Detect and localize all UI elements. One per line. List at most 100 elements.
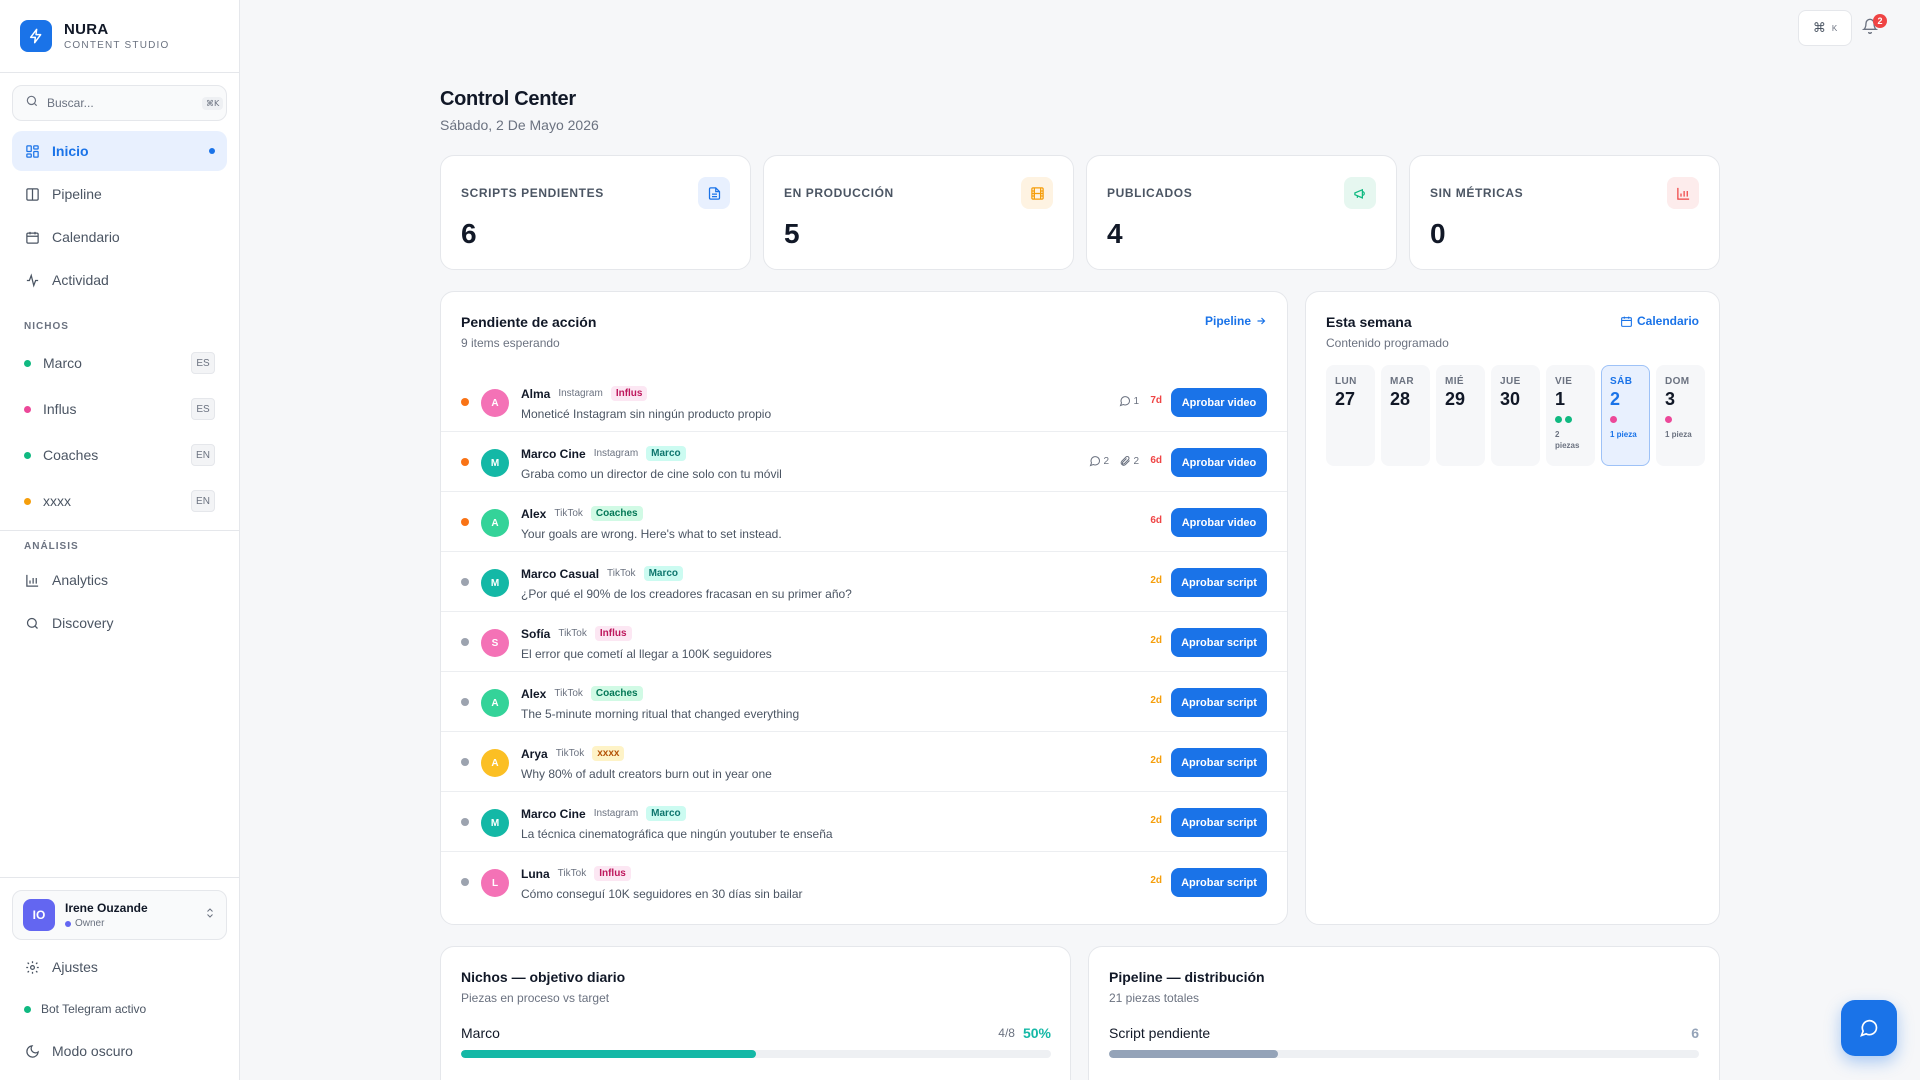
niche-item-influs[interactable]: Influs ES: [12, 386, 227, 432]
approve-button[interactable]: Aprobar script: [1171, 748, 1267, 777]
niche-color-dot: [24, 497, 31, 505]
day-date: 2: [1610, 389, 1621, 409]
chat-button[interactable]: [1841, 1000, 1897, 1056]
command-icon: ⌘: [1812, 20, 1826, 35]
niche-tag: Marco: [646, 806, 686, 821]
distribution-progress-bar: [1109, 1050, 1699, 1058]
nav-item-discovery[interactable]: Discovery: [12, 603, 227, 643]
pending-row: S Sofía TikTok Influs El error que cometí al…: [441, 612, 1287, 672]
notification-badge: 2: [1873, 14, 1887, 28]
distribution-list: Script pendiente 6 Aprobados3: [1109, 1024, 1699, 1080]
pending-title: Pendiente de acción: [461, 314, 597, 330]
approve-button[interactable]: Aprobar video: [1171, 388, 1267, 417]
nav-item-analytics[interactable]: Analytics: [12, 560, 227, 600]
user-switcher[interactable]: IO Irene Ouzande Owner: [12, 890, 227, 940]
row-header: Alex TikTok Coaches: [521, 506, 643, 521]
pieces-count: 2 piezas: [1555, 430, 1580, 451]
niche-item-marco[interactable]: Marco ES: [12, 340, 227, 386]
age-badge: 6d: [1150, 455, 1162, 466]
settings-link[interactable]: Ajustes: [12, 946, 227, 988]
row-header: Arya TikTok xxxx: [521, 746, 625, 761]
language-badge: ES: [191, 398, 215, 420]
approve-button[interactable]: Aprobar script: [1171, 628, 1267, 657]
niche-tag: Marco: [646, 446, 686, 461]
lightning-logo-icon: [20, 20, 52, 52]
niche-item-coaches[interactable]: Coaches EN: [12, 432, 227, 478]
day-name: LUN: [1335, 376, 1357, 387]
nav-item-actividad[interactable]: Actividad: [12, 260, 227, 300]
status-dot: [461, 458, 469, 466]
creator-name: Marco Cine: [521, 806, 586, 821]
status-dot: [461, 638, 469, 646]
content-title: El error que cometí al llegar a 100K seg…: [521, 647, 772, 661]
search-input[interactable]: [47, 96, 202, 110]
command-palette-button[interactable]: ⌘ K: [1798, 10, 1852, 46]
approve-button[interactable]: Aprobar video: [1171, 508, 1267, 537]
distribution-card: Pipeline — distribución 21 piezas totale…: [1088, 946, 1720, 1080]
content-title: Why 80% of adult creators burn out in ye…: [521, 767, 772, 781]
sidebar: NURA CONTENT STUDIO ⌘K Inicio Pipeline Cal…: [0, 0, 240, 1080]
day-date: 27: [1335, 389, 1356, 409]
bot-status: Bot Telegram activo: [12, 988, 227, 1030]
approve-button[interactable]: Aprobar script: [1171, 688, 1267, 717]
stat-value: 0: [1430, 218, 1446, 249]
niche-item-xxxx[interactable]: xxxx EN: [12, 478, 227, 524]
day-cell-dom[interactable]: DOM 3 1 pieza: [1656, 365, 1705, 466]
nav-item-label: Pipeline: [52, 186, 102, 202]
search-box[interactable]: ⌘K: [12, 85, 227, 121]
language-badge: ES: [191, 352, 215, 374]
status-dot: [461, 698, 469, 706]
pending-card: Pendiente de acción 9 items esperando Pi…: [440, 291, 1288, 925]
stat-card: PUBLICADOS 4: [1086, 155, 1397, 270]
analysis-section-label: ANÁLISIS: [24, 541, 79, 552]
brand-name: NURA: [64, 21, 109, 38]
goal-label: Marco: [461, 1025, 500, 1041]
notifications-button[interactable]: 2: [1861, 14, 1887, 40]
day-cell-lun[interactable]: LUN 27: [1326, 365, 1375, 466]
approve-button[interactable]: Aprobar script: [1171, 868, 1267, 897]
day-cell-mié[interactable]: MIÉ 29: [1436, 365, 1485, 466]
day-name: DOM: [1665, 376, 1690, 387]
scheduled-dots: [1665, 416, 1696, 423]
activity-icon: [24, 272, 40, 288]
day-date: 29: [1445, 389, 1466, 409]
niche-tag: xxxx: [592, 746, 625, 761]
row-header: Sofía TikTok Influs: [521, 626, 632, 641]
comments-value: 1: [1133, 395, 1139, 407]
user-role-label: Owner: [75, 918, 105, 929]
age-badge: 2d: [1150, 755, 1162, 766]
content-title: Moneticé Instagram sin ningún producto p…: [521, 407, 772, 421]
approve-button[interactable]: Aprobar script: [1171, 808, 1267, 837]
approve-button[interactable]: Aprobar script: [1171, 568, 1267, 597]
day-cell-vie[interactable]: VIE 1 2 piezas: [1546, 365, 1595, 466]
approve-button[interactable]: Aprobar video: [1171, 448, 1267, 477]
attachments-count: 2: [1119, 455, 1139, 467]
pending-row: A Alex TikTok Coaches The 5-minute morning r…: [441, 672, 1287, 732]
nav-item-inicio[interactable]: Inicio: [12, 131, 227, 171]
pipeline-link[interactable]: Pipeline: [1205, 314, 1267, 328]
niche-label: xxxx: [43, 493, 71, 509]
niche-tag: Influs: [594, 866, 631, 881]
user-role: Owner: [65, 918, 204, 929]
day-cell-sáb[interactable]: SÁB 2 1 pieza: [1601, 365, 1650, 466]
nav-item-label: Calendario: [52, 229, 120, 245]
scheduled-dot: [1555, 416, 1562, 423]
settings-label: Ajustes: [52, 959, 98, 975]
pipeline-link-label: Pipeline: [1204, 314, 1251, 328]
dark-mode-toggle[interactable]: Modo oscuro: [12, 1030, 227, 1072]
niche-color-dot: [24, 359, 31, 367]
day-cell-mar[interactable]: MAR 28: [1381, 365, 1430, 466]
comment-icon: [1089, 455, 1101, 467]
niche-list: Marco ES Influs ES Coaches EN xxxx EN: [0, 340, 239, 524]
avatar: A: [481, 389, 509, 417]
row-header: Alex TikTok Coaches: [521, 686, 643, 701]
day-cell-jue[interactable]: JUE 30: [1491, 365, 1540, 466]
nav-item-calendario[interactable]: Calendario: [12, 217, 227, 257]
calendar-link[interactable]: Calendario: [1620, 314, 1699, 328]
niche-goals-subtitle: Piezas en proceso vs target: [461, 991, 610, 1005]
week-card: Esta semana Contenido programado Calenda…: [1305, 291, 1720, 925]
nav-item-pipeline[interactable]: Pipeline: [12, 174, 227, 214]
platform-label: TikTok: [554, 688, 583, 699]
language-badge: EN: [191, 444, 215, 466]
pending-subtitle: 9 items esperando: [461, 336, 560, 350]
